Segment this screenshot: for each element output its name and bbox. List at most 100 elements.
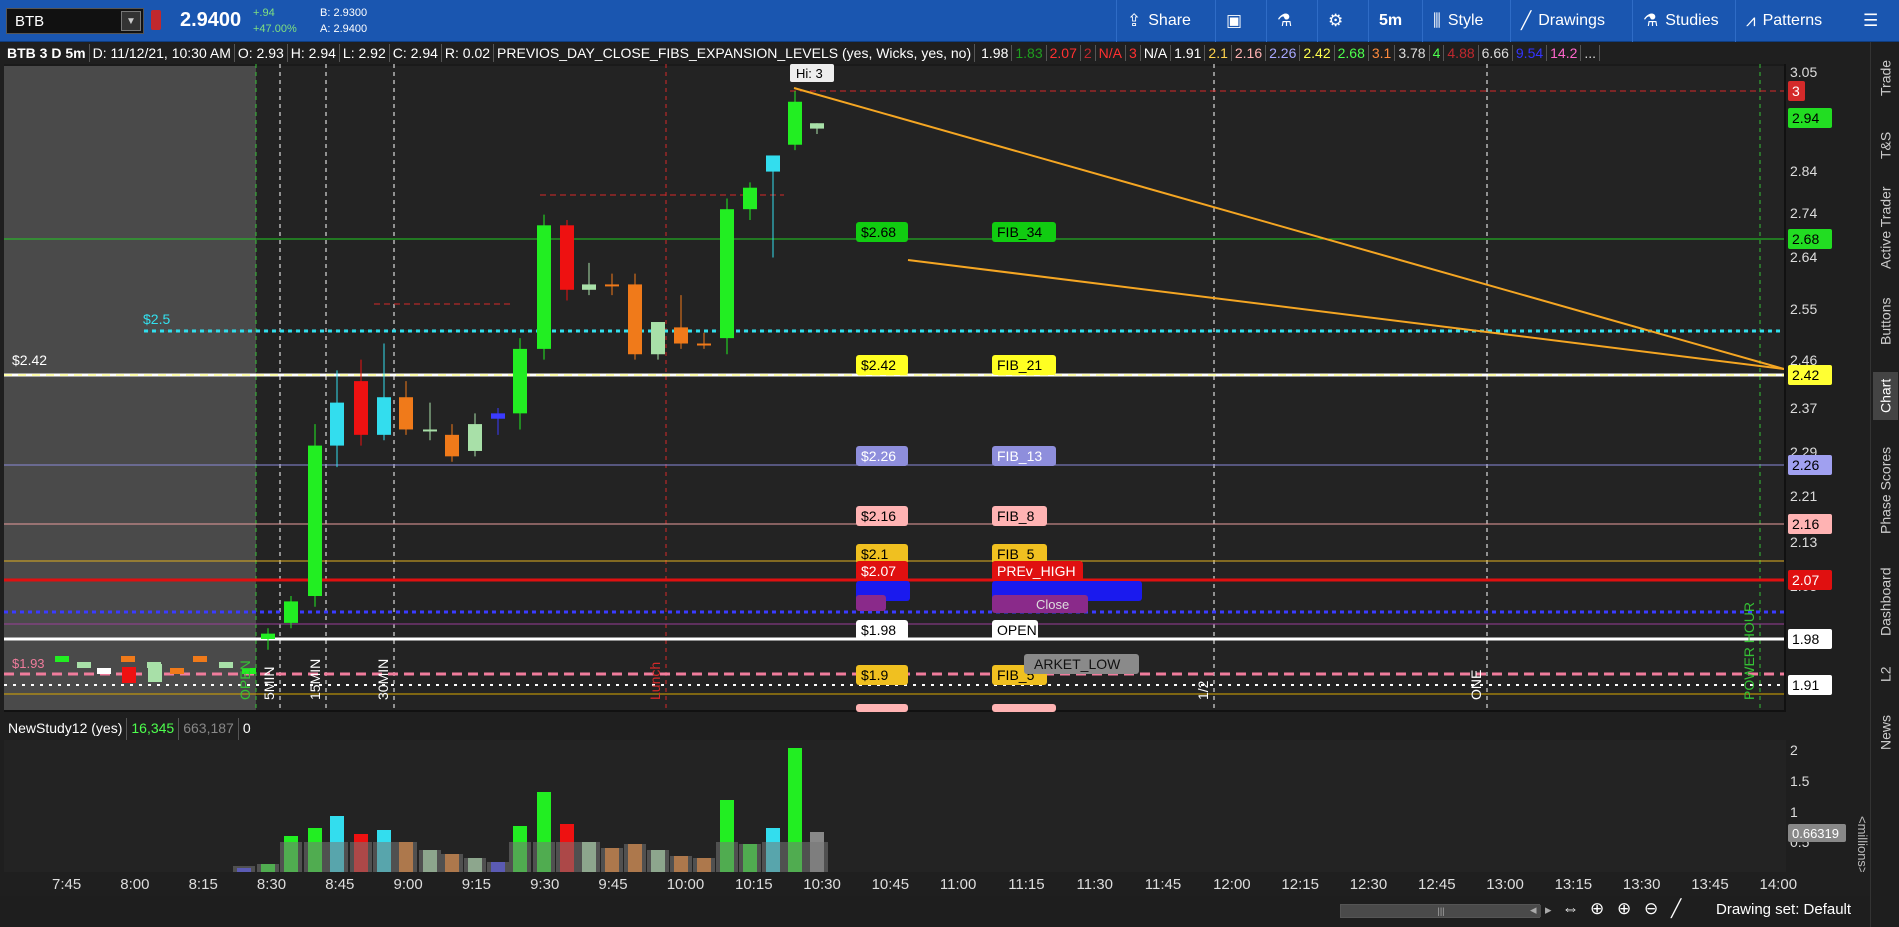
studies-lab-button[interactable]: ⚗ xyxy=(1266,0,1302,42)
candle xyxy=(537,214,551,360)
price-badge: 2.42 xyxy=(1788,365,1832,385)
chart-id: BTB 3 D 5m xyxy=(4,44,90,62)
study-value: 2.26 xyxy=(1266,45,1301,61)
volume-avg-bar xyxy=(280,842,302,872)
zoom-out-icon[interactable]: ⊖ xyxy=(1644,899,1658,919)
snapshot-button[interactable]: ▣ xyxy=(1215,0,1252,42)
share-button[interactable]: ⇪ Share xyxy=(1116,0,1201,42)
lower-study-name[interactable]: NewStudy12 (yes) xyxy=(4,718,128,740)
sidebar-tab-chart[interactable]: Chart xyxy=(1873,372,1898,420)
timeframe-button[interactable]: 5m xyxy=(1368,0,1412,42)
sidebar-tab-dashboard[interactable]: Dashboard xyxy=(1873,560,1898,644)
gear-icon: ⚙ xyxy=(1328,11,1344,31)
pan-arrows-icon[interactable]: ⇔ xyxy=(1562,899,1579,919)
candles-icon: ⫼ xyxy=(1433,11,1441,31)
sidebar-tab-l2[interactable]: L2 xyxy=(1873,652,1898,696)
time-label: 7:45 xyxy=(52,876,81,893)
time-marker: 15MIN xyxy=(307,659,323,700)
price-chart[interactable]: $2.68 FIB_34 $2.42 FIB_21 $2.26 FIB_13 $2.16 FI… xyxy=(4,64,1786,712)
price-tag: $2.26 xyxy=(856,446,908,466)
price-tag: $2.16 xyxy=(856,506,908,526)
volume-avg-bar xyxy=(257,864,279,872)
study-value: 2.07 xyxy=(1046,45,1081,61)
crosshair-icon[interactable]: ⊕ xyxy=(1590,899,1604,919)
timeframe-label: 5m xyxy=(1379,12,1403,29)
symbol-input[interactable]: BTB ▼ xyxy=(6,8,144,34)
price-tick: 2.64 xyxy=(1790,249,1817,265)
scroll-left-icon[interactable]: ◂ xyxy=(1530,902,1537,918)
time-label: 9:30 xyxy=(530,876,559,893)
last-price: 2.9400 xyxy=(180,9,242,31)
svg-text:2.42: 2.42 xyxy=(1792,367,1819,383)
price-axis[interactable]: 3.052.842.742.642.552.462.372.292.212.13… xyxy=(1786,64,1870,896)
study-value: 2.16 xyxy=(1231,45,1267,61)
candle xyxy=(720,198,734,355)
top-toolbar: BTB ▼ 2.9400 +.94 +47.00% B: 2.9300 A: 2… xyxy=(0,0,1899,42)
lower-study-v1: 16,345 xyxy=(127,718,180,740)
volume-avg-bar xyxy=(739,844,761,872)
time-label: 13:00 xyxy=(1486,876,1524,893)
svg-text:FIB_5: FIB_5 xyxy=(997,546,1035,562)
camera-icon: ▣ xyxy=(1226,11,1243,31)
time-axis[interactable]: 7:45 8:00 8:15 8:30 8:45 9:00 9:15 9:30 9:45 10:0… xyxy=(0,872,1870,896)
fib-tag: PREv_HIGH xyxy=(992,561,1083,581)
volume-avg-bar xyxy=(762,842,784,872)
style-button[interactable]: ⫼ Style xyxy=(1422,0,1493,42)
lower-study-header: NewStudy12 (yes) 16,345 663,187 0 xyxy=(4,718,255,740)
share-icon: ⇪ xyxy=(1127,11,1142,31)
svg-text:Close: Close xyxy=(1036,597,1069,612)
drawings-label: Drawings xyxy=(1538,12,1605,29)
sidebar-tab-active-trader[interactable]: Active Trader xyxy=(1873,178,1898,278)
svg-text:$2.16: $2.16 xyxy=(861,508,896,524)
volume-avg-bar xyxy=(441,854,463,872)
study-value: 9.54 xyxy=(1512,45,1548,61)
time-label: 8:30 xyxy=(257,876,286,893)
drawing-set-label[interactable]: Drawing set: Default xyxy=(1716,901,1851,918)
price-tick: 2.84 xyxy=(1790,163,1817,179)
svg-text:2.94: 2.94 xyxy=(1792,110,1819,126)
scroll-right-icon[interactable]: ▸ xyxy=(1545,902,1552,918)
zoom-in-icon[interactable]: ⊕ xyxy=(1617,899,1631,919)
study-value: 2.42 xyxy=(1300,45,1335,61)
bid-value: B: 2.9300 xyxy=(320,7,368,19)
time-label: 9:00 xyxy=(394,876,423,893)
svg-text:1.91: 1.91 xyxy=(1792,677,1819,693)
sidebar-tab-phase-scores[interactable]: Phase Scores xyxy=(1873,430,1898,550)
horizontal-scrollbar[interactable]: ||| xyxy=(1340,904,1541,918)
settings-button[interactable]: ⚙ xyxy=(1317,0,1353,42)
candle xyxy=(560,219,574,301)
studies-button[interactable]: ⚗ Studies xyxy=(1632,0,1729,42)
sidebar-tab-trade[interactable]: Trade xyxy=(1873,48,1898,108)
study-label[interactable]: PREVIOS_DAY_CLOSE_FIBS_EXPANSION_LEVELS … xyxy=(494,44,976,62)
volume-avg-bar xyxy=(509,842,531,872)
svg-text:PREv_HIGH: PREv_HIGH xyxy=(997,563,1076,579)
sidebar-tab-t-s[interactable]: T&S xyxy=(1873,120,1898,170)
drawings-button[interactable]: ╱ Drawings xyxy=(1510,0,1615,42)
studies-label: Studies xyxy=(1665,12,1719,29)
scroll-thumb[interactable]: ||| xyxy=(1341,905,1541,917)
svg-text:FIB_13: FIB_13 xyxy=(997,448,1042,464)
volume-avg-bar xyxy=(693,858,715,872)
time-label: 12:15 xyxy=(1281,876,1319,893)
bar-close: C: 2.94 xyxy=(390,44,442,62)
patterns-button[interactable]: ⩘ Patterns xyxy=(1735,0,1832,42)
menu-button[interactable]: ☰ xyxy=(1855,0,1886,42)
symbol-dropdown-icon[interactable]: ▼ xyxy=(121,11,141,31)
candle xyxy=(148,664,162,682)
svg-text:$1.9: $1.9 xyxy=(861,667,888,683)
sidebar-tab-buttons[interactable]: Buttons xyxy=(1873,286,1898,356)
patterns-icon: ⩘ xyxy=(1746,11,1756,31)
svg-text:3: 3 xyxy=(1792,83,1800,99)
price-tag: $1.9 xyxy=(856,665,908,685)
candle xyxy=(122,667,136,683)
volume-avg-bar xyxy=(487,862,509,872)
volume-avg-bar xyxy=(556,842,578,872)
alert-icon[interactable] xyxy=(151,10,161,30)
volume-pane[interactable] xyxy=(4,740,1786,872)
time-marker: 30MIN xyxy=(375,659,391,700)
sidebar-tab-news[interactable]: News xyxy=(1873,702,1898,762)
time-label: 11:30 xyxy=(1077,876,1113,893)
drawing-tool-icon[interactable]: ╱ xyxy=(1671,899,1681,919)
left-label-1-93: $1.93 xyxy=(12,656,45,671)
study-value: 2.1 xyxy=(1205,45,1232,61)
